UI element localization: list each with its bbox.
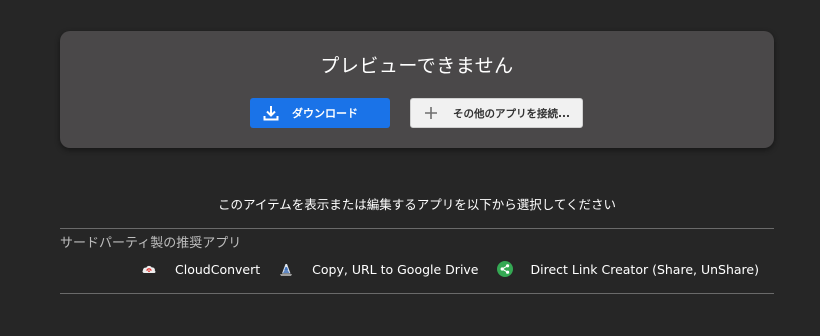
download-button[interactable]: ダウンロード [250, 98, 390, 128]
app-item-cloudconvert[interactable]: CloudConvert [141, 261, 260, 277]
app-item-copy-url[interactable]: Copy, URL to Google Drive [278, 261, 479, 277]
recommended-apps-title: サードパーティ製の推奨アプリ [60, 236, 242, 251]
divider [60, 228, 774, 229]
share-icon [496, 261, 513, 277]
connect-more-apps-button[interactable]: その他のアプリを接続... [410, 98, 583, 128]
copy-url-icon [278, 261, 294, 277]
app-label: Copy, URL to Google Drive [312, 261, 479, 277]
divider [60, 293, 774, 294]
app-label: Direct Link Creator (Share, UnShare) [530, 261, 760, 277]
no-preview-title: プレビューできません [320, 55, 514, 77]
download-icon [260, 102, 282, 124]
download-button-label: ダウンロード [292, 107, 358, 120]
open-with-message: このアイテムを表示または編集するアプリを以下から選択してください [217, 197, 616, 212]
app-item-direct-link-creator[interactable]: Direct Link Creator (Share, UnShare) [496, 261, 760, 277]
no-preview-card: プレビューできません ダウンロード その他のアプリを接続... [60, 31, 774, 148]
connect-more-apps-label: その他のアプリを接続... [453, 107, 570, 120]
plus-icon [421, 103, 441, 123]
app-label: CloudConvert [175, 261, 261, 277]
cloudconvert-icon [141, 261, 157, 277]
recommended-apps-list: CloudConvert Copy, URL to Google Drive D… [123, 258, 759, 280]
viewer-page: プレビューできません ダウンロード その他のアプリを接続... このアイテムを表… [0, 0, 820, 336]
